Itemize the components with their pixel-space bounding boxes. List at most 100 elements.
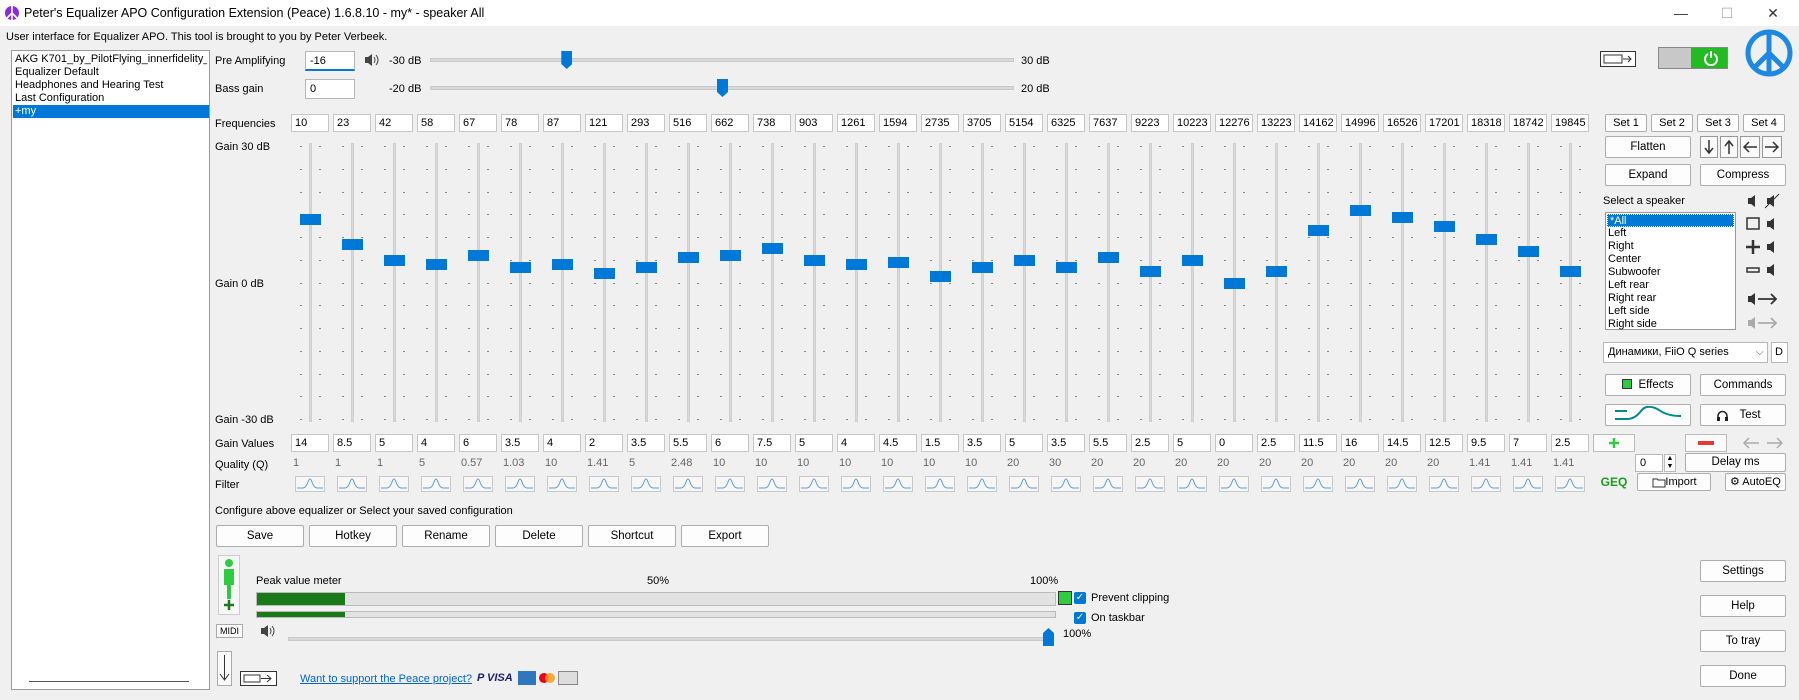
- band-slider-thumb[interactable]: [426, 259, 447, 271]
- band-slider-track[interactable]: [1569, 143, 1572, 422]
- band-slider-thumb[interactable]: [930, 270, 951, 282]
- frequency-input[interactable]: 293: [627, 114, 665, 132]
- band-slider-track[interactable]: [1275, 143, 1278, 422]
- gain-input[interactable]: 1.5: [921, 434, 959, 452]
- frequency-input[interactable]: 18742: [1509, 114, 1547, 132]
- frequency-input[interactable]: 87: [543, 114, 581, 132]
- list-item[interactable]: Center: [1608, 253, 1641, 266]
- delete-button[interactable]: Delete: [495, 525, 583, 547]
- frequency-input[interactable]: 516: [669, 114, 707, 132]
- hotkey-button[interactable]: Hotkey: [309, 525, 397, 547]
- band-slider-track[interactable]: [1401, 143, 1404, 422]
- frequency-input[interactable]: 2735: [921, 114, 959, 132]
- power-toggle[interactable]: [1658, 47, 1728, 69]
- band-slider-track[interactable]: [771, 143, 774, 422]
- band-slider-thumb[interactable]: [1224, 277, 1245, 289]
- gain-input[interactable]: 5.5: [669, 434, 707, 452]
- band-slider-track[interactable]: [687, 143, 690, 422]
- frequency-input[interactable]: 3705: [963, 114, 1001, 132]
- list-item[interactable]: Headphones and Hearing Test: [15, 79, 207, 92]
- speaker-mute-icon[interactable]: [1745, 192, 1783, 210]
- help-button[interactable]: Help: [1700, 595, 1786, 617]
- title-bar[interactable]: Peter's Equalizer APO Configuration Exte…: [0, 0, 1799, 26]
- gain-input[interactable]: 4: [837, 434, 875, 452]
- quality-value[interactable]: 20: [1385, 457, 1397, 469]
- remove-band-button[interactable]: [1685, 434, 1727, 452]
- band-slider-thumb[interactable]: [300, 213, 321, 225]
- frequency-input[interactable]: 662: [711, 114, 749, 132]
- band-slider-track[interactable]: [981, 143, 984, 422]
- volume-icon[interactable]: [259, 623, 277, 639]
- minimize-button[interactable]: —: [1658, 0, 1704, 26]
- preamp-slider-track[interactable]: [430, 58, 1014, 62]
- filter-type-button[interactable]: [547, 476, 577, 492]
- gain-input[interactable]: 16: [1341, 434, 1379, 452]
- gain-input[interactable]: 3.5: [1047, 434, 1085, 452]
- quality-value[interactable]: 10: [965, 457, 977, 469]
- gain-input[interactable]: 4: [543, 434, 581, 452]
- band-slider-thumb[interactable]: [1014, 254, 1035, 266]
- frequency-input[interactable]: 23: [333, 114, 371, 132]
- gain-input[interactable]: 7.5: [753, 434, 791, 452]
- gain-input[interactable]: 6: [711, 434, 749, 452]
- frequency-input[interactable]: 58: [417, 114, 455, 132]
- filter-type-button[interactable]: [1261, 476, 1291, 492]
- gain-input[interactable]: 9.5: [1467, 434, 1505, 452]
- quality-value[interactable]: 20: [1091, 457, 1103, 469]
- filter-type-button[interactable]: [757, 476, 787, 492]
- band-slider-thumb[interactable]: [1182, 254, 1203, 266]
- list-item[interactable]: Left rear: [1608, 279, 1649, 292]
- band-slider-thumb[interactable]: [1518, 245, 1539, 257]
- filter-type-button[interactable]: [715, 476, 745, 492]
- midi-button[interactable]: MIDI: [216, 624, 243, 638]
- effects-button[interactable]: Effects: [1605, 374, 1691, 396]
- import-button[interactable]: Import: [1637, 473, 1711, 491]
- delay-input[interactable]: 0: [1635, 454, 1663, 472]
- gain-input[interactable]: 12.5: [1425, 434, 1463, 452]
- filter-type-button[interactable]: [1429, 476, 1459, 492]
- band-slider-track[interactable]: [393, 143, 396, 422]
- arrow-up-icon[interactable]: [1720, 136, 1738, 158]
- rename-button[interactable]: Rename: [402, 525, 490, 547]
- list-item[interactable]: AKG K701_by_PilotFlying_innerfidelity_Au…: [15, 53, 207, 66]
- gain-input[interactable]: 2.5: [1551, 434, 1589, 452]
- support-link[interactable]: Want to support the Peace project?: [300, 673, 472, 685]
- quality-value[interactable]: 20: [1133, 457, 1145, 469]
- gain-input[interactable]: 5: [1173, 434, 1211, 452]
- frequency-input[interactable]: 7637: [1089, 114, 1127, 132]
- speaker-remove-icon[interactable]: [1745, 261, 1783, 279]
- frequency-input[interactable]: 16526: [1383, 114, 1421, 132]
- set-2-button[interactable]: Set 2: [1651, 114, 1693, 132]
- gain-input[interactable]: 3.5: [963, 434, 1001, 452]
- set-1-button[interactable]: Set 1: [1605, 114, 1647, 132]
- quality-value[interactable]: 1.41: [587, 457, 608, 469]
- gain-input[interactable]: 6: [459, 434, 497, 452]
- list-item-selected[interactable]: +my: [13, 105, 209, 118]
- frequency-input[interactable]: 18318: [1467, 114, 1505, 132]
- band-slider-thumb[interactable]: [972, 261, 993, 273]
- frequency-input[interactable]: 121: [585, 114, 623, 132]
- quality-value[interactable]: 10: [839, 457, 851, 469]
- add-band-button[interactable]: [1593, 434, 1635, 452]
- band-slider-thumb[interactable]: [678, 252, 699, 264]
- filter-type-button[interactable]: [1135, 476, 1165, 492]
- filter-type-button[interactable]: [1471, 476, 1501, 492]
- quality-value[interactable]: 1: [335, 457, 341, 469]
- list-item[interactable]: Right rear: [1608, 292, 1656, 305]
- quality-value[interactable]: 1.41: [1553, 457, 1574, 469]
- frequency-input[interactable]: 14996: [1341, 114, 1379, 132]
- band-slider-track[interactable]: [1023, 143, 1026, 422]
- config-list[interactable]: AKG K701_by_PilotFlying_innerfidelity_Au…: [11, 50, 210, 690]
- band-slider-track[interactable]: [897, 143, 900, 422]
- compress-button[interactable]: Compress: [1700, 164, 1786, 186]
- gain-input[interactable]: 3.5: [627, 434, 665, 452]
- speaker-square-icon[interactable]: [1745, 215, 1783, 233]
- band-slider-thumb[interactable]: [720, 250, 741, 262]
- band-slider-track[interactable]: [1443, 143, 1446, 422]
- list-item[interactable]: Subwoofer: [1608, 266, 1661, 279]
- save-button[interactable]: Save: [216, 525, 304, 547]
- quality-value[interactable]: 0.57: [461, 457, 482, 469]
- frequency-input[interactable]: 6325: [1047, 114, 1085, 132]
- filter-type-button[interactable]: [967, 476, 997, 492]
- quality-value[interactable]: 5: [419, 457, 425, 469]
